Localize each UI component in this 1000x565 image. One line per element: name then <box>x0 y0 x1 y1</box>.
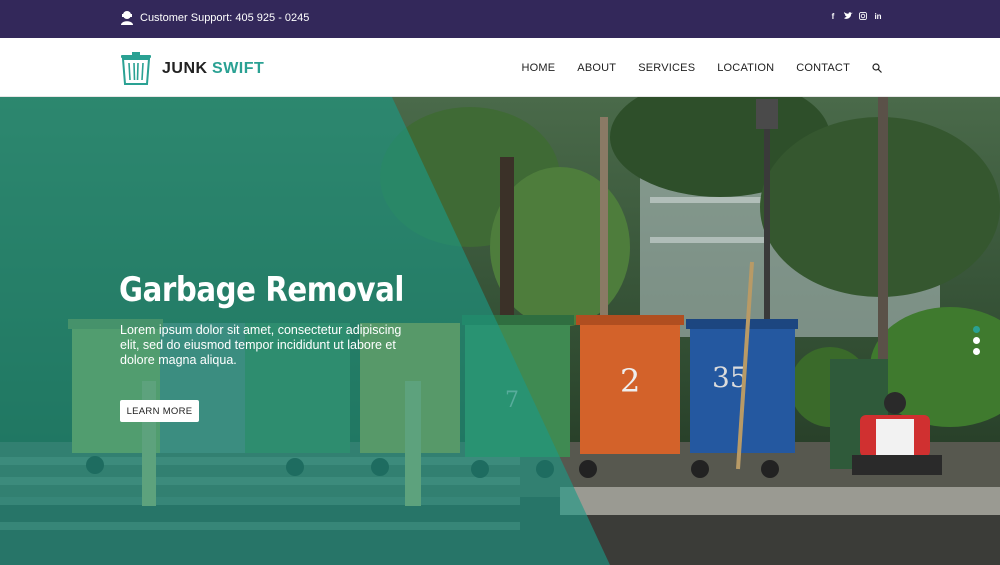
hero-description: Lorem ipsum dolor sit amet, consectetur … <box>120 323 402 367</box>
customer-support: Customer Support: 405 925 - 0245 <box>120 10 309 25</box>
nav-contact[interactable]: CONTACT <box>796 62 850 74</box>
hero-title: Garbage Removal <box>119 270 405 310</box>
facebook-icon[interactable]: f <box>829 12 837 21</box>
nav-location[interactable]: LOCATION <box>717 62 774 74</box>
brand-logo[interactable]: JUNK SWIFT <box>120 52 264 85</box>
bin-number-2: 2 <box>620 362 640 400</box>
social-links: f in <box>829 12 882 21</box>
brand-word-junk: JUNK <box>162 59 208 77</box>
slider-dot-3[interactable] <box>973 348 980 355</box>
support-text: Customer Support: 405 925 - 0245 <box>140 11 310 24</box>
nav-about[interactable]: ABOUT <box>577 62 616 74</box>
instagram-icon[interactable] <box>859 12 867 21</box>
trash-bin-icon <box>121 52 151 85</box>
nav-menu: HOME ABOUT SERVICES LOCATION CONTACT <box>521 62 882 74</box>
top-bar: Customer Support: 405 925 - 0245 f in <box>0 0 1000 38</box>
main-navbar: JUNK SWIFT HOME ABOUT SERVICES LOCATION … <box>0 38 1000 97</box>
slider-dot-1[interactable] <box>973 326 980 333</box>
nav-services[interactable]: SERVICES <box>638 62 695 74</box>
hero-banner: 7 2 35 Garbage Removal Lorem ipsum dolor… <box>0 97 1000 565</box>
slider-dot-2[interactable] <box>973 337 980 344</box>
twitter-icon[interactable] <box>844 12 853 21</box>
support-agent-icon <box>121 11 133 25</box>
slider-dots <box>973 326 980 355</box>
nav-home[interactable]: HOME <box>521 62 555 74</box>
learn-more-button[interactable]: LEARN MORE <box>120 400 199 422</box>
linkedin-icon[interactable]: in <box>874 12 882 21</box>
search-icon[interactable] <box>872 63 882 73</box>
brand-word-swift: SWIFT <box>212 59 265 77</box>
